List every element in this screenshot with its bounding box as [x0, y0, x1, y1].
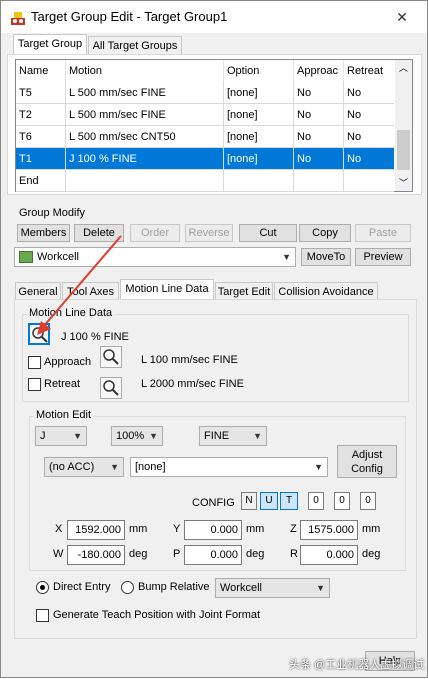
- watermark: 头条 @工业机器人虚拟调试: [289, 659, 425, 671]
- target-group-edit-window: Target Group Edit - Target Group1 ✕ Targ…: [0, 0, 428, 678]
- arrow-head-icon: [37, 321, 51, 335]
- annotation-arrow: [37, 235, 122, 335]
